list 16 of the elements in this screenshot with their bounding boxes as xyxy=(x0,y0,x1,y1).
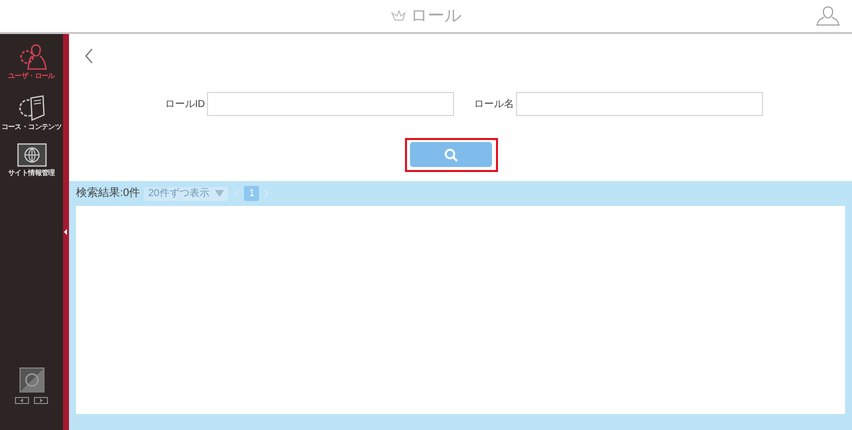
book-icon xyxy=(16,92,46,122)
gear-icon[interactable] xyxy=(18,367,44,393)
field-label: ロール名 xyxy=(474,98,512,112)
user-icon[interactable] xyxy=(816,5,840,27)
page-title: ロール xyxy=(410,5,462,28)
back-icon[interactable] xyxy=(84,48,94,64)
crown-icon xyxy=(390,10,406,22)
search-button[interactable] xyxy=(410,142,492,167)
result-count: 検索結果:0件 xyxy=(76,186,140,202)
input-field[interactable] xyxy=(516,92,763,116)
input-field[interactable] xyxy=(207,92,454,116)
search-icon xyxy=(444,148,458,162)
field-label: ロールID xyxy=(165,98,203,112)
caret-icon xyxy=(215,190,224,197)
per-page-select[interactable]: 20件ずつ表示 xyxy=(144,186,228,200)
globe-icon xyxy=(16,143,46,169)
